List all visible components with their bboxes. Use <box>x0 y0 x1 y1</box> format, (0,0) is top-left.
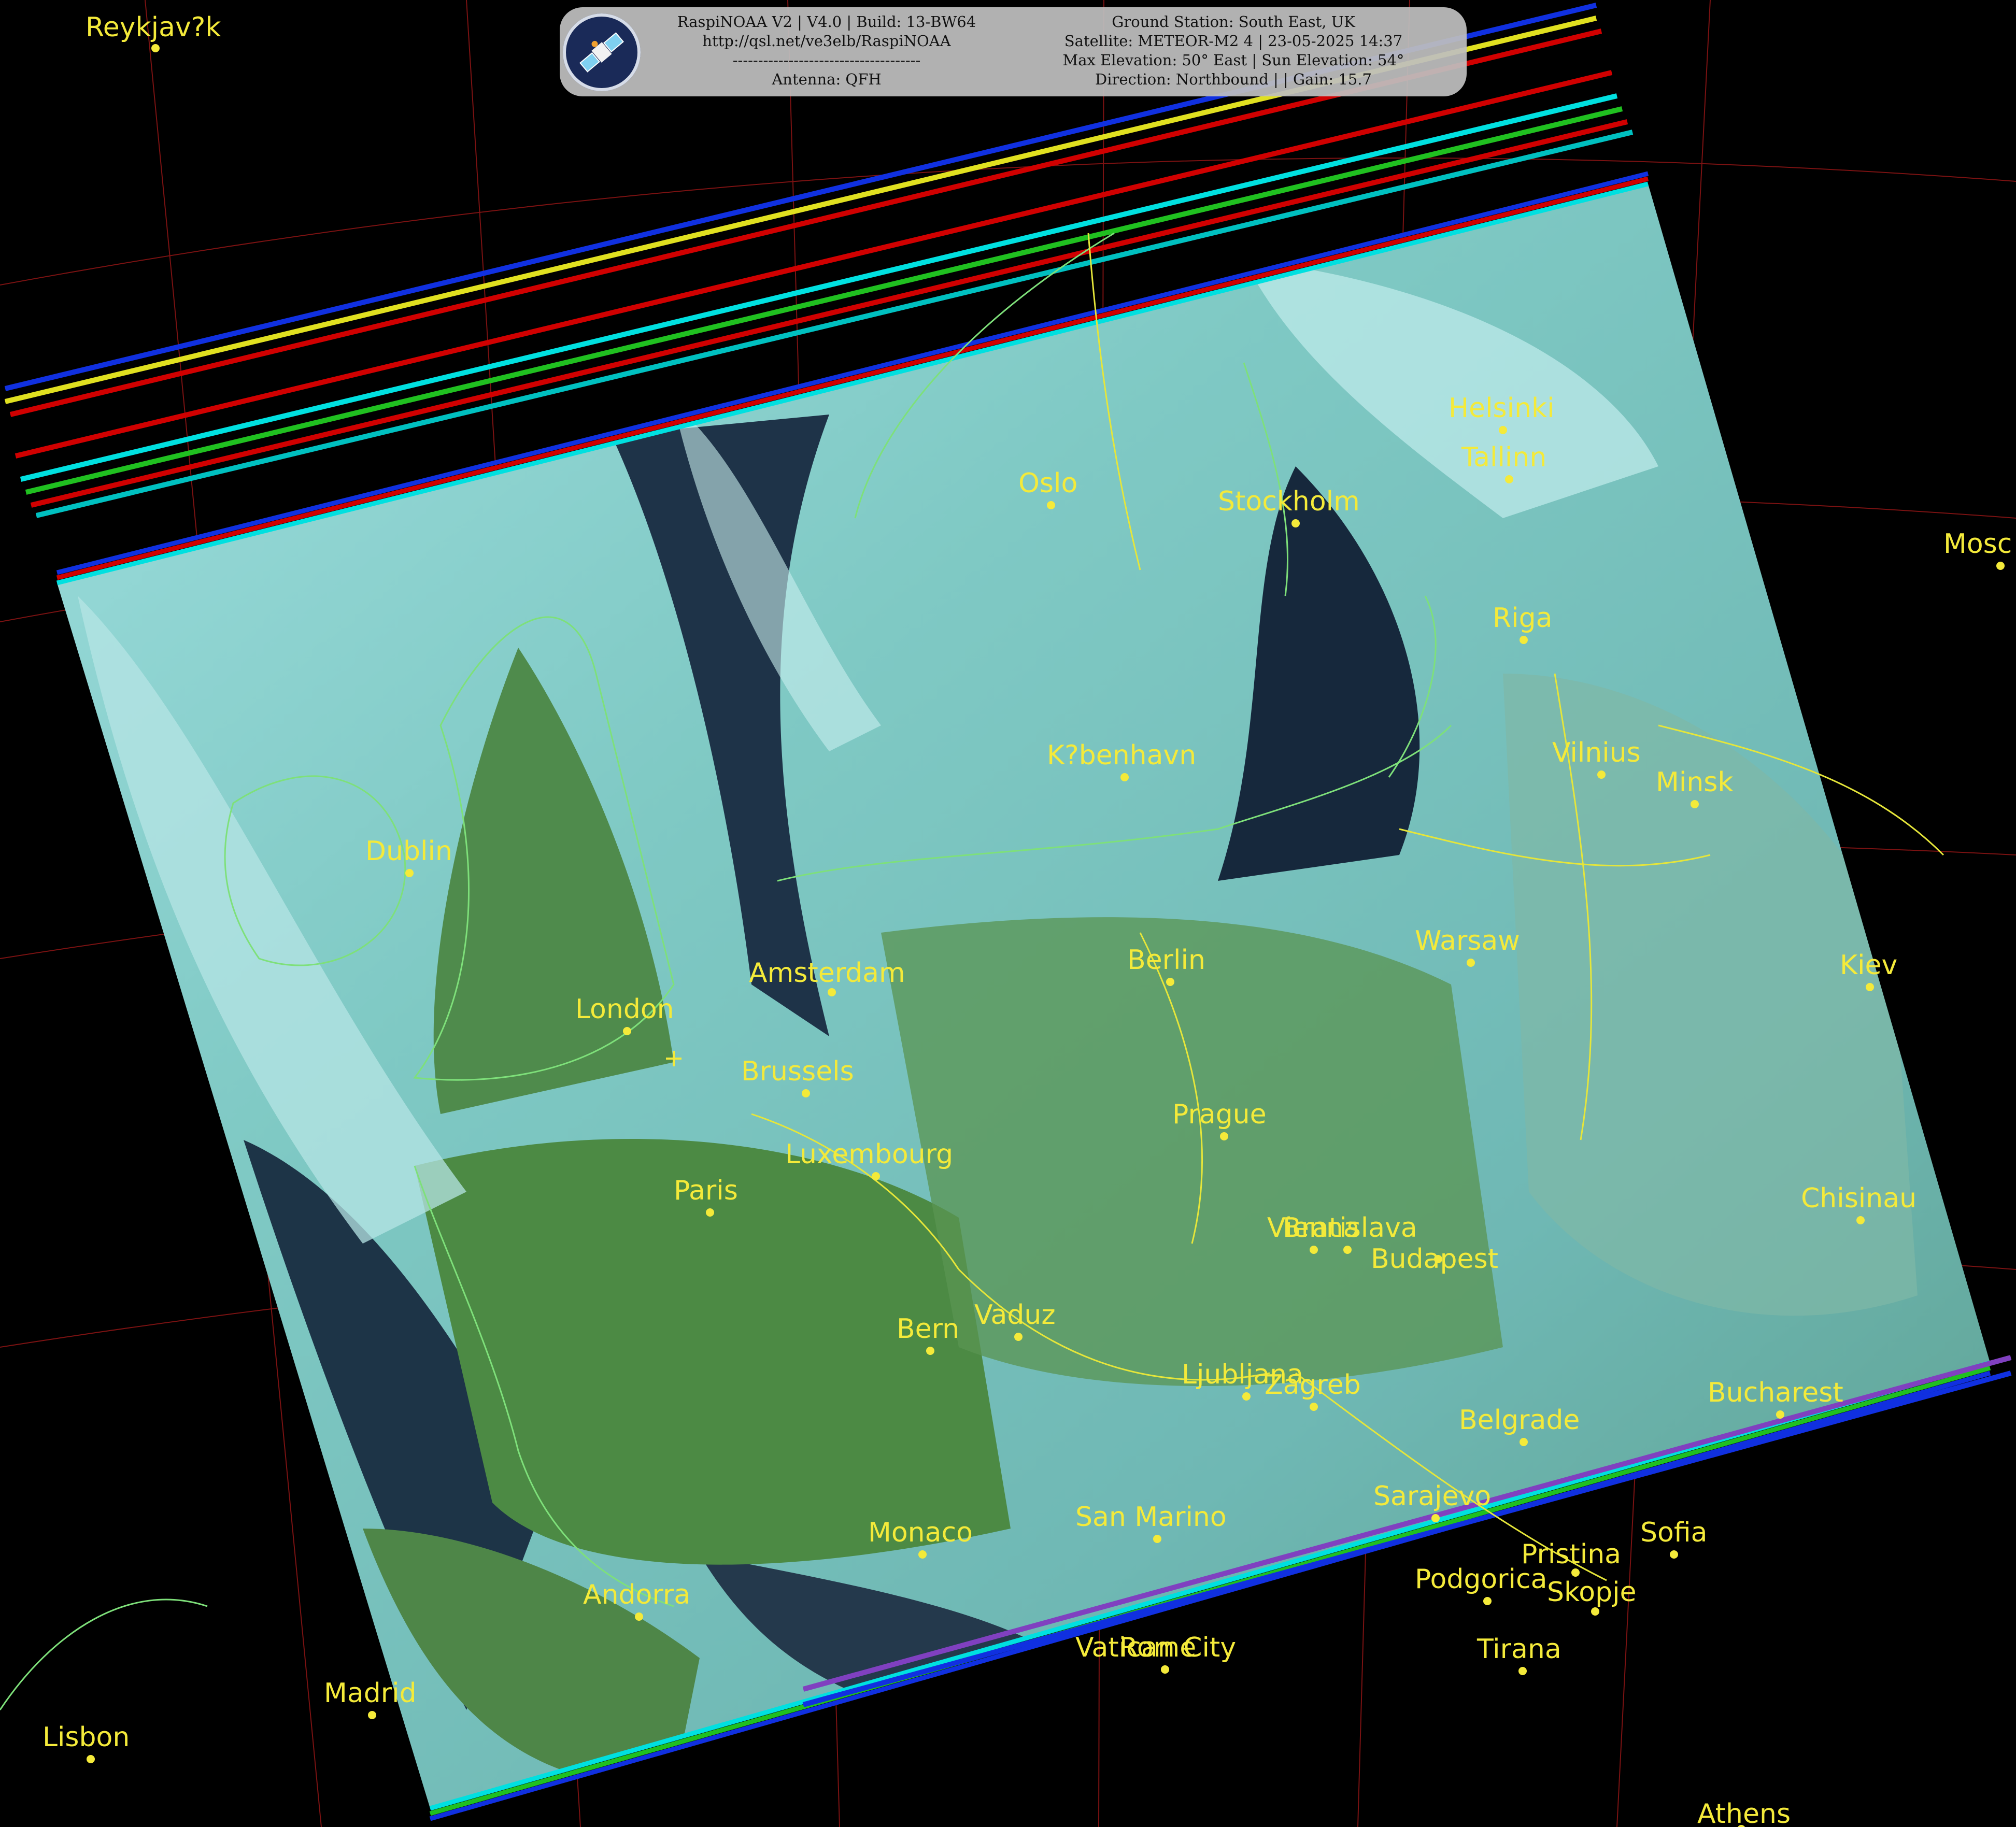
city-label-rome: Rome <box>1119 1632 1196 1663</box>
city-dot-bratislava <box>1343 1246 1352 1254</box>
city-label-oslo: Oslo <box>1018 468 1077 499</box>
city-dot-bern <box>926 1347 934 1355</box>
city-dot-chisinau <box>1856 1216 1865 1224</box>
city-dot-warsaw <box>1467 959 1475 967</box>
direction-gain: Direction: Northbound | | Gain: 15.7 <box>1095 70 1372 88</box>
satellite-map: Reykjav?k Dublin London Amsterdam Brussels Lu… <box>0 0 2016 1827</box>
separator-line: ------------------------------------- <box>732 51 921 69</box>
antenna-info: Antenna: QFH <box>772 70 882 88</box>
city-label-chisinau: Chisinau <box>1801 1183 1916 1214</box>
city-label-lisbon: Lisbon <box>42 1722 130 1753</box>
satellite-timestamp: Satellite: METEOR-M2 4 | 23-05-2025 14:3… <box>1064 32 1403 50</box>
pass-info-panel: RaspiNOAA V2 | V4.0 | Build: 13-BW64 htt… <box>560 7 1467 96</box>
city-label-amsterdam: Amsterdam <box>749 958 905 989</box>
city-label-berlin: Berlin <box>1127 945 1205 976</box>
city-label-helsinki: Helsinki <box>1449 393 1555 424</box>
city-dot-tirana <box>1518 1667 1527 1675</box>
city-label-san-marino: San Marino <box>1075 1502 1227 1533</box>
city-dot-prague <box>1220 1132 1228 1140</box>
city-dot-vaduz <box>1014 1333 1023 1341</box>
city-label-kiev: Kiev <box>1840 950 1897 981</box>
imagery-swath <box>56 171 1991 1821</box>
software-url: http://qsl.net/ve3elb/RaspiNOAA <box>702 32 951 50</box>
city-label-tirana: Tirana <box>1476 1634 1561 1665</box>
city-label-skopje: Skopje <box>1547 1577 1637 1608</box>
city-label-london: London <box>575 994 674 1025</box>
city-dot-reykjav-k <box>151 44 160 52</box>
city-dot-lisbon <box>87 1755 95 1763</box>
city-label-vaduz: Vaduz <box>974 1300 1056 1331</box>
city-dot-oslo <box>1047 501 1055 509</box>
city-label-andorra: Andorra <box>583 1579 690 1610</box>
city-dot-kiev <box>1866 983 1874 991</box>
pass-details: Ground Station: South East, UK Satellite… <box>1011 12 1456 89</box>
city-label-podgorica: Podgorica <box>1415 1564 1547 1595</box>
city-dot-dublin <box>405 869 414 877</box>
ground-station: Ground Station: South East, UK <box>1112 13 1355 31</box>
city-label-belgrade: Belgrade <box>1459 1405 1580 1436</box>
satellite-icon <box>563 13 641 91</box>
city-label-paris: Paris <box>674 1175 738 1206</box>
city-dot-skopje <box>1591 1607 1599 1616</box>
city-dot-bucharest <box>1776 1410 1784 1419</box>
city-label-warsaw: Warsaw <box>1415 925 1520 957</box>
city-dot-san-marino <box>1153 1535 1161 1543</box>
city-dot-sarajevo <box>1431 1514 1440 1522</box>
city-dot-helsinki <box>1499 426 1507 434</box>
city-label-athens: Athens <box>1697 1799 1791 1827</box>
city-dot-sofia <box>1670 1550 1678 1559</box>
city-dot-ljubljana <box>1242 1392 1251 1401</box>
city-label-budapest: Budapest <box>1371 1244 1498 1275</box>
city-dot-berlin <box>1166 978 1174 986</box>
city-dot-tallinn <box>1505 475 1513 483</box>
city-label-vilnius: Vilnius <box>1552 737 1641 768</box>
city-dot-zagreb <box>1310 1403 1318 1411</box>
city-label-sofia: Sofia <box>1640 1517 1707 1548</box>
city-label-bucharest: Bucharest <box>1708 1377 1843 1408</box>
city-label-prague: Prague <box>1172 1099 1267 1130</box>
city-dot-luxembourg <box>872 1172 880 1180</box>
city-dot-amsterdam <box>828 988 836 996</box>
city-label-bern: Bern <box>897 1314 959 1345</box>
city-label-reykjav-k: Reykjav?k <box>86 12 221 43</box>
city-label-brussels: Brussels <box>741 1056 854 1087</box>
city-dot-podgorica <box>1483 1597 1492 1605</box>
city-label-sarajevo: Sarajevo <box>1373 1481 1491 1512</box>
city-dot-madrid <box>368 1711 376 1719</box>
city-label-dublin: Dublin <box>365 836 452 867</box>
city-dot-vienna <box>1310 1246 1318 1254</box>
city-label-minsk: Minsk <box>1656 767 1733 798</box>
city-label-bratislava: Bratislava <box>1283 1212 1417 1244</box>
city-dot-rome <box>1161 1665 1169 1674</box>
city-dot-andorra <box>635 1612 643 1621</box>
city-label-k-benhavn: K?benhavn <box>1047 740 1196 771</box>
city-label-luxembourg: Luxembourg <box>785 1139 953 1170</box>
city-dot-belgrade <box>1520 1438 1528 1446</box>
city-label-stockholm: Stockholm <box>1218 486 1360 517</box>
city-dot-brussels <box>802 1089 810 1097</box>
elevation-info: Max Elevation: 50° East | Sun Elevation:… <box>1062 51 1404 69</box>
city-label-monaco: Monaco <box>868 1517 973 1548</box>
city-label-tallinn: Tallinn <box>1461 442 1546 473</box>
software-version: RaspiNOAA V2 | V4.0 | Build: 13-BW64 <box>677 13 976 31</box>
city-dot-minsk <box>1691 800 1699 808</box>
city-dot-monaco <box>918 1550 927 1559</box>
city-label-mosc: Mosc <box>1943 529 2012 560</box>
city-dot-vilnius <box>1597 770 1606 779</box>
city-label-madrid: Madrid <box>324 1678 417 1709</box>
city-dot-paris <box>706 1208 714 1217</box>
city-label-zagreb: Zagreb <box>1265 1369 1361 1401</box>
city-dot-k-benhavn <box>1120 773 1129 781</box>
city-dot-london <box>623 1027 631 1035</box>
city-dot-stockholm <box>1291 519 1300 527</box>
city-dot-mosc <box>1996 562 2005 570</box>
software-info: RaspiNOAA V2 | V4.0 | Build: 13-BW64 htt… <box>648 12 1005 89</box>
city-dot-riga <box>1520 636 1528 644</box>
city-label-riga: Riga <box>1493 603 1552 634</box>
